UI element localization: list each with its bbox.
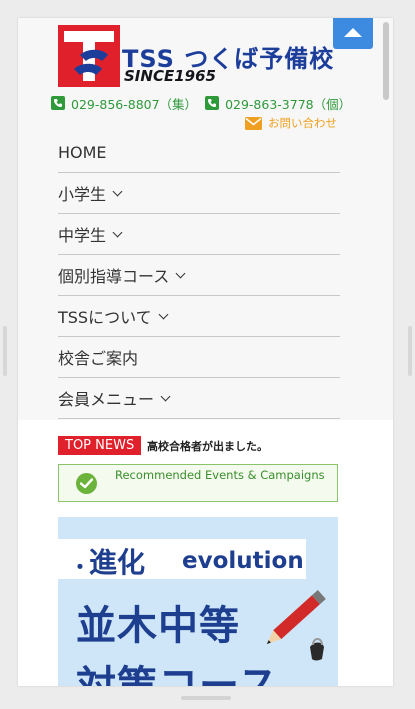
- menu-item-about[interactable]: TSSについて: [58, 296, 340, 337]
- menu-item-label: 小学生: [58, 185, 107, 204]
- site-logo[interactable]: TSS つくば予備校 SINCE1965: [58, 25, 338, 87]
- mail-icon: [245, 116, 262, 130]
- inquiry-label: お問い合わせ: [268, 116, 337, 130]
- logo-since: SINCE1965: [124, 67, 216, 85]
- left-edge-handle: [3, 326, 7, 376]
- check-circle-icon: [76, 473, 97, 494]
- scrollbar[interactable]: [383, 22, 389, 100]
- menu-item-elementary[interactable]: 小学生: [58, 173, 340, 214]
- pencil-icon: [266, 590, 326, 661]
- news-headline[interactable]: 高校合格者が出ました。: [147, 438, 268, 454]
- chevron-down-icon: [158, 309, 169, 319]
- news-badge: TOP NEWS: [58, 436, 142, 455]
- menu-item-member[interactable]: 会員メニュー: [58, 378, 340, 419]
- course-banner[interactable]: ・ 進化 evolution 並木中等 対策コース: [58, 517, 338, 686]
- menu-item-label: HOME: [58, 142, 107, 162]
- chevron-down-icon: [112, 227, 123, 237]
- banner-dot: ・: [70, 555, 90, 579]
- arrow-up-icon: [344, 28, 362, 37]
- phone-icon: [51, 96, 65, 110]
- header-nav-area: TSS つくば予備校 SINCE1965 029-856-8807（集） 029…: [18, 18, 393, 420]
- tss-logo-mark-icon: [58, 25, 120, 87]
- page-frame: TSS つくば予備校 SINCE1965 029-856-8807（集） 029…: [18, 18, 393, 686]
- right-edge-handle: [408, 326, 412, 376]
- banner-line2: 対策コース: [76, 663, 279, 686]
- banner-evolution: evolution: [182, 548, 304, 574]
- menu-item-label: 中学生: [58, 226, 107, 245]
- menu-item-label: 会員メニュー: [58, 390, 155, 409]
- home-indicator: [181, 696, 231, 700]
- menu-item-label: 校舎ご案内: [58, 349, 139, 368]
- banner-line1: 並木中等: [76, 603, 240, 649]
- banner-kanji: 進化: [89, 546, 146, 579]
- chevron-down-icon: [175, 268, 186, 278]
- menu-item-individual-course[interactable]: 個別指導コース: [58, 255, 340, 296]
- contact-phones: 029-856-8807（集） 029-863-3778（個）: [51, 94, 359, 112]
- phone-icon: [205, 96, 220, 110]
- menu-item-campus[interactable]: 校舎ご案内: [58, 337, 340, 378]
- menu-item-label: 個別指導コース: [58, 267, 170, 286]
- menu-item-home[interactable]: HOME: [58, 132, 340, 173]
- phone-individual-link[interactable]: 029-863-3778（個）: [225, 94, 351, 113]
- phone-group-link[interactable]: 029-856-8807（集）: [71, 94, 197, 113]
- inquiry-link[interactable]: お問い合わせ: [245, 115, 337, 131]
- main-menu: HOME 小学生 中学生 個別指導コース TSSについて 校舎ご案内 会員メニュ…: [58, 132, 340, 419]
- chevron-down-icon: [160, 391, 171, 401]
- events-label: Recommended Events & Campaigns: [115, 468, 325, 482]
- scroll-top-button[interactable]: [333, 18, 373, 49]
- menu-item-label: TSSについて: [58, 308, 152, 327]
- chevron-down-icon: [112, 186, 123, 196]
- menu-item-junior-high[interactable]: 中学生: [58, 214, 340, 255]
- recommended-events-button[interactable]: Recommended Events & Campaigns: [58, 464, 338, 502]
